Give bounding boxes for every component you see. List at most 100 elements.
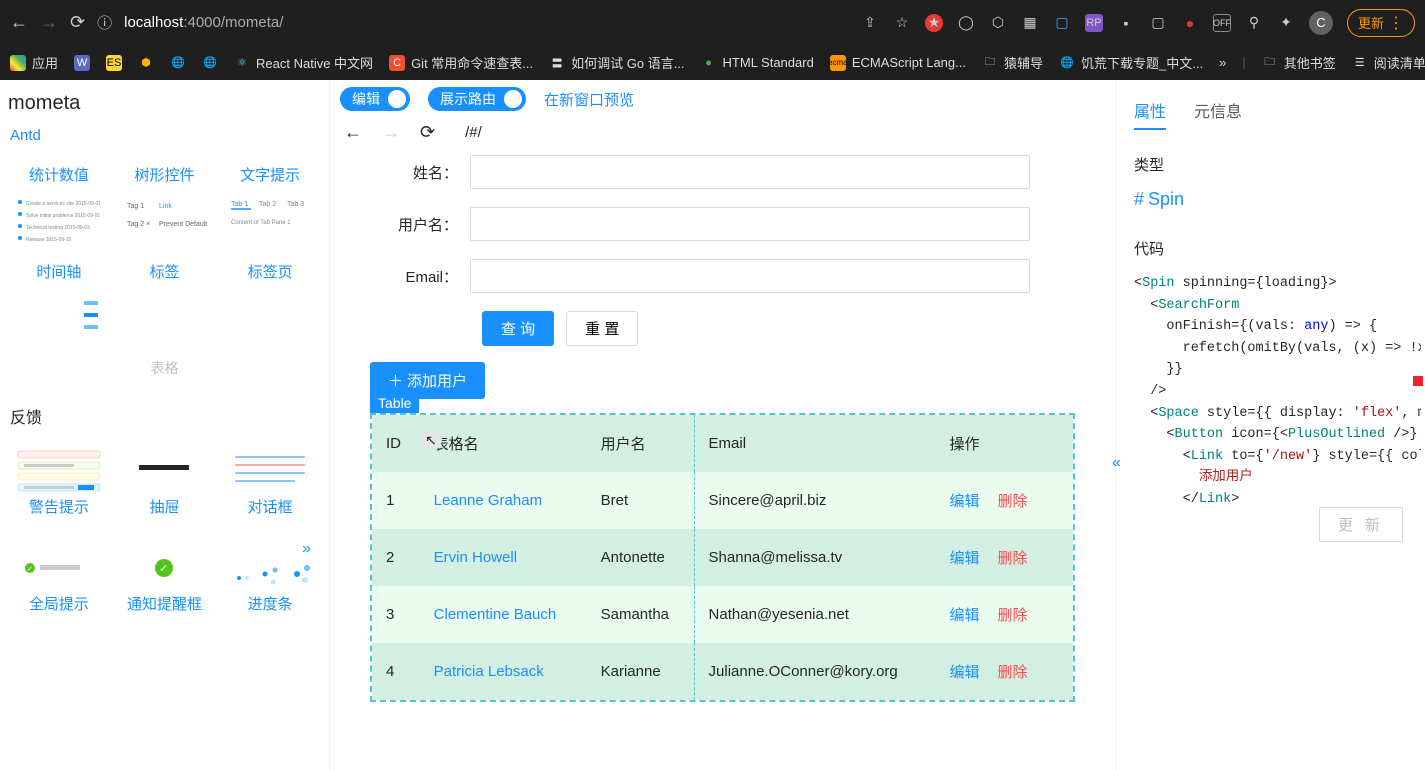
collapse-left-icon[interactable]: » [302, 540, 311, 558]
route-back-icon[interactable]: ← [344, 122, 362, 143]
component-timeline[interactable]: 时间轴 [6, 255, 112, 352]
component-notification[interactable]: ✓ 通知提醒框 [112, 537, 218, 634]
bookmark-item[interactable]: ⬢ [138, 55, 154, 71]
component-drawer[interactable]: 抽屉 [112, 440, 218, 537]
component-alert[interactable]: 警告提示 [6, 440, 112, 537]
svg-text:Tag 2 ×: Tag 2 × [127, 221, 150, 228]
component-statistic[interactable]: 统计数值 Create a services site 2015-09-01So… [6, 158, 112, 255]
ext-icon-3[interactable]: ⬡ [989, 14, 1007, 32]
ext-icon-2[interactable]: ◯ [957, 14, 975, 32]
drag-handle-icon[interactable]: ↖ [420, 429, 442, 451]
collapse-right-icon[interactable]: « [1112, 454, 1121, 472]
bookmark-item[interactable]: 〓如何调试 Go 语言... [549, 53, 684, 72]
edit-link[interactable]: 编辑 [949, 493, 979, 510]
ext-icon-11[interactable]: ⚲ [1245, 14, 1263, 32]
bookmark-item[interactable]: ●HTML Standard [701, 55, 814, 71]
bookmark-item[interactable]: 🗀猿辅导 [982, 53, 1043, 72]
bookmark-item[interactable]: ES [106, 55, 122, 71]
svg-text:✓: ✓ [159, 563, 168, 575]
cell-name[interactable]: Clementine Bauch [420, 586, 587, 643]
ext-icon-9[interactable]: ● [1181, 14, 1199, 32]
bookmark-item[interactable]: ⚛React Native 中文网 [234, 53, 373, 72]
component-tag[interactable]: 标签 [112, 255, 218, 352]
apps-shortcut[interactable]: 应用 [10, 53, 58, 72]
bookmark-item[interactable]: W [74, 55, 90, 71]
browser-update-button[interactable]: 更新 ⋮ [1347, 9, 1415, 37]
editor-canvas: 编辑 展示路由 在新窗口预览 ← → ⟳ /#/ 姓名 用户名 Email [330, 80, 1115, 770]
bookmark-overflow[interactable]: » [1219, 55, 1226, 70]
username-input[interactable] [470, 207, 1030, 241]
preview-modal [219, 446, 321, 496]
reading-list[interactable]: ☰阅读清单 [1352, 53, 1425, 72]
email-input[interactable] [470, 259, 1030, 293]
reset-button[interactable]: 重 置 [566, 311, 638, 346]
name-input[interactable] [470, 155, 1030, 189]
reload-icon[interactable]: ⟳ [70, 12, 85, 33]
route-refresh-icon[interactable]: ⟳ [420, 122, 435, 143]
preview-statistic: Create a services site 2015-09-01Solve i… [8, 193, 110, 243]
search-button[interactable]: 查 询 [482, 311, 554, 346]
other-bookmarks[interactable]: 🗀其他书签 [1262, 53, 1336, 72]
bookmark-item[interactable]: 🌐 [170, 55, 186, 71]
preview-link[interactable]: 在新窗口预览 [544, 89, 634, 110]
route-forward-icon[interactable]: → [382, 122, 400, 143]
ext-icon-8[interactable]: ▢ [1149, 14, 1167, 32]
update-button[interactable]: 更 新 [1319, 507, 1403, 542]
url-bar[interactable]: localhost:4000/mometa/ [124, 14, 283, 31]
edit-link[interactable]: 编辑 [949, 550, 979, 567]
number-icon: # [1134, 189, 1144, 210]
app-title: mometa [0, 92, 329, 127]
table-selection[interactable]: Table ↖ ID 表格名 用户名 Email 操作 1 Leanne Gra… [370, 413, 1075, 702]
bookmark-item[interactable]: CGit 常用命令速查表... [389, 53, 533, 72]
url-path: :4000/mometa/ [183, 14, 283, 31]
ext-icon-7[interactable]: ▪ [1117, 14, 1135, 32]
component-message[interactable]: ✓ 全局提示 [6, 537, 112, 634]
code-snippet[interactable]: <Spin spinning={loading}> <SearchForm on… [1134, 273, 1421, 511]
delete-link[interactable]: 删除 [997, 664, 1027, 681]
component-tree[interactable]: 树形控件 Tag 1LinkTag 2 ×Prevent Default × [112, 158, 218, 255]
component-modal[interactable]: 对话框 [217, 440, 323, 537]
component-table-label[interactable]: 表格 [0, 352, 329, 396]
ext-icon-5[interactable]: ▢ [1053, 14, 1071, 32]
forward-icon[interactable]: → [40, 12, 58, 33]
form-row-name: 姓名 [370, 155, 1075, 189]
ext-icon-6[interactable]: RP [1085, 14, 1103, 32]
star-icon[interactable]: ☆ [893, 14, 911, 32]
component-name-tag: Table [370, 393, 419, 413]
extensions-icon[interactable]: ✦ [1277, 14, 1295, 32]
inspector-panel: « 属性 元信息 类型 #Spin 代码 <Spin spinning={loa… [1115, 80, 1425, 770]
col-id: ID [372, 415, 420, 472]
bookmark-divider: | [1242, 55, 1245, 70]
ext-icon-1[interactable]: ★ [925, 14, 943, 32]
edit-link[interactable]: 编辑 [949, 664, 979, 681]
edit-toggle[interactable]: 编辑 [340, 87, 410, 111]
info-icon[interactable]: ⓘ [97, 12, 112, 33]
name-label: 姓名 [370, 162, 470, 183]
ext-icon-4[interactable]: ▦ [1021, 14, 1039, 32]
bookmark-item[interactable]: 🌐 [202, 55, 218, 71]
tab-meta[interactable]: 元信息 [1194, 98, 1242, 130]
cell-name[interactable]: Ervin Howell [420, 529, 587, 586]
tab-props[interactable]: 属性 [1134, 98, 1166, 130]
ext-icon-10[interactable]: OFF [1213, 14, 1231, 32]
profile-avatar[interactable]: C [1309, 11, 1333, 35]
edit-link[interactable]: 编辑 [949, 607, 979, 624]
cell-actions: 编辑 删除 [935, 586, 1073, 643]
table-row: 3 Clementine Bauch Samantha Nathan@yesen… [372, 586, 1073, 643]
component-tabs[interactable]: 标签页 [217, 255, 323, 352]
cell-name[interactable]: Leanne Graham [420, 472, 587, 529]
browser-chrome: ← → ⟳ ⓘ localhost:4000/mometa/ ⇪ ☆ ★ ◯ ⬡… [0, 0, 1425, 45]
route-toggle[interactable]: 展示路由 [428, 87, 526, 111]
component-tooltip[interactable]: 文字提示 Tab 1Tab 2Tab 3Content of Tab Pane … [217, 158, 323, 255]
delete-link[interactable]: 删除 [997, 607, 1027, 624]
delete-link[interactable]: 删除 [997, 493, 1027, 510]
component-type-value[interactable]: #Spin [1134, 189, 1421, 210]
bookmark-item[interactable]: 🌐饥荒下载专题_中文... [1059, 53, 1203, 72]
cell-name[interactable]: Patricia Lebsack [420, 643, 587, 700]
svg-text:Tab 3: Tab 3 [287, 201, 304, 208]
framework-name[interactable]: Antd [0, 127, 329, 158]
share-icon[interactable]: ⇪ [861, 14, 879, 32]
delete-link[interactable]: 删除 [997, 550, 1027, 567]
bookmark-item[interactable]: ecmaECMAScript Lang... [830, 55, 966, 71]
back-icon[interactable]: ← [10, 12, 28, 33]
